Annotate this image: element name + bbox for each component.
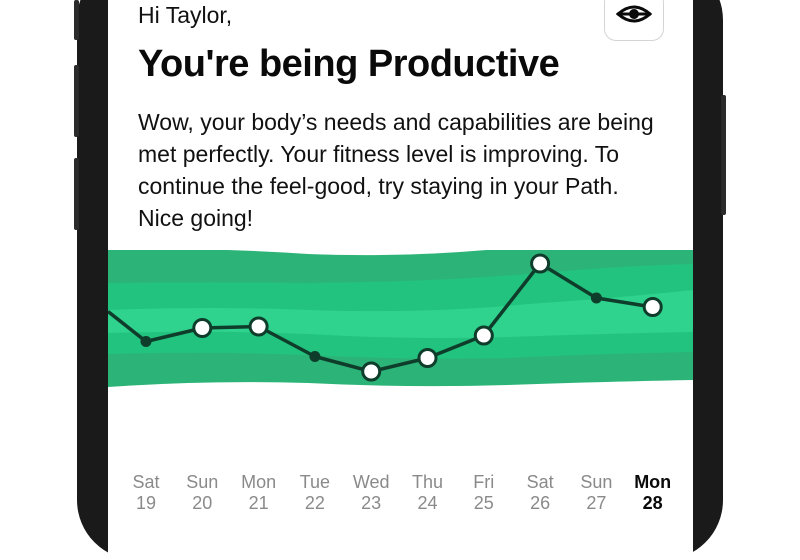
view-toggle-button[interactable] bbox=[604, 0, 664, 41]
greeting: Hi Taylor, bbox=[138, 2, 233, 28]
day-label-0[interactable]: Sat bbox=[116, 472, 176, 493]
day-number-0: 19 bbox=[135, 493, 157, 513]
data-point-3 bbox=[309, 351, 321, 362]
day-label-7[interactable]: Sat bbox=[510, 472, 570, 493]
day-number-3: 22 bbox=[304, 493, 325, 513]
data-point-1 bbox=[192, 318, 213, 338]
day-label-8[interactable]: Sun bbox=[566, 472, 626, 493]
side-button-middle bbox=[74, 65, 79, 137]
data-point-6 bbox=[473, 325, 494, 346]
status-description: Wow, your body’s needs and capabilities … bbox=[138, 109, 654, 231]
power-button bbox=[721, 95, 726, 215]
fitness-path-chart bbox=[108, 250, 693, 387]
page-title: You're being Productive bbox=[138, 43, 560, 85]
day-label-3[interactable]: Tue bbox=[285, 472, 345, 493]
day-label-9[interactable]: Mon bbox=[623, 472, 683, 493]
data-point-7 bbox=[530, 253, 551, 274]
day-label-6[interactable]: Fri bbox=[454, 472, 514, 493]
data-point-5 bbox=[417, 348, 438, 368]
day-label-5[interactable]: Thu bbox=[398, 472, 458, 493]
day-label-4[interactable]: Wed bbox=[341, 472, 401, 493]
data-point-4 bbox=[361, 361, 382, 382]
day-number-7: 26 bbox=[530, 493, 551, 513]
data-point-0 bbox=[140, 336, 152, 347]
day-number-9: 28 bbox=[642, 493, 663, 513]
day-number-5: 24 bbox=[417, 493, 438, 513]
day-number-6: 25 bbox=[473, 493, 494, 513]
data-point-2 bbox=[248, 316, 269, 337]
day-number-4: 23 bbox=[361, 493, 382, 513]
data-point-8 bbox=[590, 292, 602, 304]
data-point-9 bbox=[642, 297, 663, 317]
day-label-1[interactable]: Sun bbox=[172, 472, 232, 493]
side-button-upper bbox=[74, 0, 79, 40]
side-button-lower bbox=[74, 158, 79, 230]
eye-icon bbox=[615, 3, 653, 30]
day-number-1: 20 bbox=[192, 493, 213, 513]
day-number-8: 27 bbox=[586, 493, 607, 513]
day-label-2[interactable]: Mon bbox=[229, 472, 289, 493]
app-screen: Hi Taylor, You're being Productive Wow, … bbox=[108, 0, 693, 560]
day-number-2: 21 bbox=[248, 493, 269, 513]
